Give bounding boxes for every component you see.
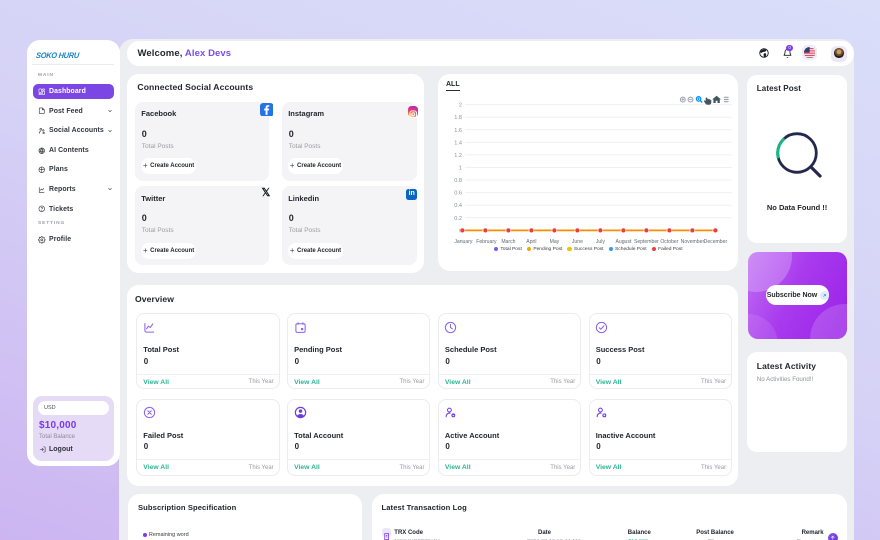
svg-text:November: November xyxy=(681,239,705,245)
svg-text:October: October xyxy=(660,239,678,245)
svg-text:July: July xyxy=(596,239,606,245)
svg-text:May: May xyxy=(550,239,560,245)
svg-text:February: February xyxy=(476,239,497,245)
svg-text:1.4: 1.4 xyxy=(454,140,462,146)
svg-text:0.4: 0.4 xyxy=(454,203,462,209)
svg-text:0.2: 0.2 xyxy=(454,216,462,222)
svg-text:August: August xyxy=(615,239,631,245)
svg-text:March: March xyxy=(501,239,515,245)
svg-text:1.2: 1.2 xyxy=(454,153,462,159)
svg-text:September: September xyxy=(634,239,659,245)
svg-text:1.6: 1.6 xyxy=(454,128,462,134)
svg-text:1: 1 xyxy=(459,166,462,172)
svg-text:0.6: 0.6 xyxy=(454,191,462,197)
svg-text:June: June xyxy=(572,239,583,245)
svg-text:April: April xyxy=(526,239,536,245)
svg-text:1.8: 1.8 xyxy=(454,115,462,121)
svg-text:January: January xyxy=(454,239,473,245)
svg-text:0.8: 0.8 xyxy=(454,178,462,184)
svg-text:December: December xyxy=(704,239,728,245)
svg-text:2: 2 xyxy=(459,103,462,109)
